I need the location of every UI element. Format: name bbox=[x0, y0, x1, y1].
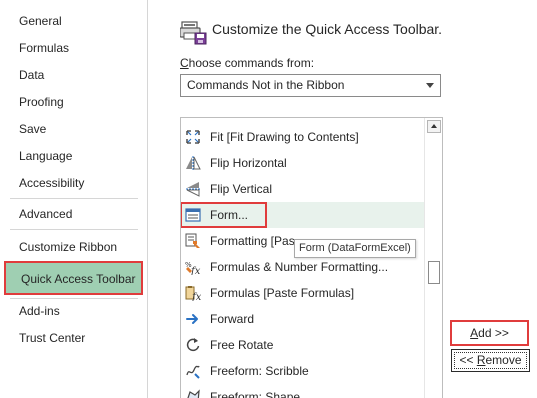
list-item-flip-vertical[interactable]: Flip Vertical bbox=[181, 176, 424, 202]
list-item-label: Freeform: Scribble bbox=[210, 364, 309, 378]
nav-item-add-ins[interactable]: Add-ins bbox=[0, 300, 147, 322]
list-item-label: Formatting [Pas bbox=[210, 234, 295, 248]
options-nav: General Formulas Data Proofing Save Lang… bbox=[0, 0, 148, 398]
commands-list-scrollbar[interactable] bbox=[424, 118, 442, 398]
list-item-label: Flip Horizontal bbox=[210, 156, 287, 170]
chevron-down-icon bbox=[426, 83, 434, 88]
nav-item-customize-ribbon[interactable]: Customize Ribbon bbox=[0, 236, 147, 258]
nav-item-language[interactable]: Language bbox=[0, 145, 147, 167]
nav-item-data[interactable]: Data bbox=[0, 64, 147, 86]
choose-commands-dropdown[interactable]: Commands Not in the Ribbon bbox=[180, 74, 441, 97]
form-tooltip: Form (DataFormExcel) bbox=[294, 239, 416, 258]
list-item-label: Forward bbox=[210, 312, 255, 326]
list-item-free-rotate[interactable]: Free Rotate bbox=[181, 332, 424, 358]
list-item-label: Formulas & Number Formatting... bbox=[210, 260, 389, 274]
forward-arrow-icon bbox=[186, 314, 198, 324]
formulas-number-formatting-icon: % fx bbox=[185, 261, 201, 275]
freeform-scribble-icon bbox=[186, 365, 200, 379]
list-item-label: Flip Vertical bbox=[210, 182, 273, 196]
paste-formulas-icon: fx bbox=[185, 286, 201, 301]
nav-item-trust-center[interactable]: Trust Center bbox=[0, 327, 147, 349]
nav-divider bbox=[10, 198, 138, 199]
flip-horizontal-icon bbox=[186, 156, 201, 170]
list-item-fit-drawing[interactable]: Fit [Fit Drawing to Contents] bbox=[181, 124, 424, 150]
list-item-forward[interactable]: Forward bbox=[181, 306, 424, 332]
nav-item-formulas[interactable]: Formulas bbox=[0, 37, 147, 59]
scroll-up-button[interactable] bbox=[427, 120, 441, 133]
dropdown-selected-value: Commands Not in the Ribbon bbox=[187, 78, 345, 92]
choose-commands-label: Choose commands from: bbox=[180, 56, 315, 70]
list-item-form[interactable]: Form... bbox=[181, 202, 424, 228]
list-item-label: Free Rotate bbox=[210, 338, 274, 352]
qat-customize-icon bbox=[180, 21, 207, 45]
page-title: Customize the Quick Access Toolbar. bbox=[212, 21, 443, 37]
svg-text:fx: fx bbox=[190, 266, 201, 275]
formatting-icon bbox=[185, 233, 200, 248]
nav-divider bbox=[10, 229, 138, 230]
nav-item-save[interactable]: Save bbox=[0, 118, 147, 140]
nav-item-quick-access-toolbar[interactable]: Quick Access Toolbar bbox=[4, 261, 143, 295]
list-item-freeform-shape[interactable]: Freeform: Shape bbox=[181, 384, 424, 398]
list-item-label: Fit [Fit Drawing to Contents] bbox=[210, 130, 359, 144]
nav-item-advanced[interactable]: Advanced bbox=[0, 203, 147, 225]
add-button[interactable]: Add >> bbox=[450, 320, 529, 346]
focus-ring bbox=[454, 352, 527, 369]
form-highlight-box bbox=[181, 202, 267, 228]
freeform-shape-icon bbox=[187, 389, 200, 398]
nav-item-proofing[interactable]: Proofing bbox=[0, 91, 147, 113]
nav-item-general[interactable]: General bbox=[0, 10, 147, 32]
flip-vertical-icon bbox=[186, 182, 200, 197]
nav-item-accessibility[interactable]: Accessibility bbox=[0, 172, 147, 194]
list-item-paste-formulas[interactable]: fx Formulas [Paste Formulas] bbox=[181, 280, 424, 306]
free-rotate-icon bbox=[186, 338, 200, 352]
nav-divider bbox=[10, 298, 138, 299]
list-item-freeform-scribble[interactable]: Freeform: Scribble bbox=[181, 358, 424, 384]
remove-button[interactable]: << Remove bbox=[451, 349, 530, 372]
list-item-flip-horizontal[interactable]: Flip Horizontal bbox=[181, 150, 424, 176]
list-item-label: Freeform: Shape bbox=[210, 390, 301, 398]
svg-text:fx: fx bbox=[191, 292, 201, 301]
fit-drawing-icon bbox=[186, 130, 200, 144]
scroll-thumb[interactable] bbox=[428, 261, 440, 284]
list-item-label: Formulas [Paste Formulas] bbox=[210, 286, 355, 300]
